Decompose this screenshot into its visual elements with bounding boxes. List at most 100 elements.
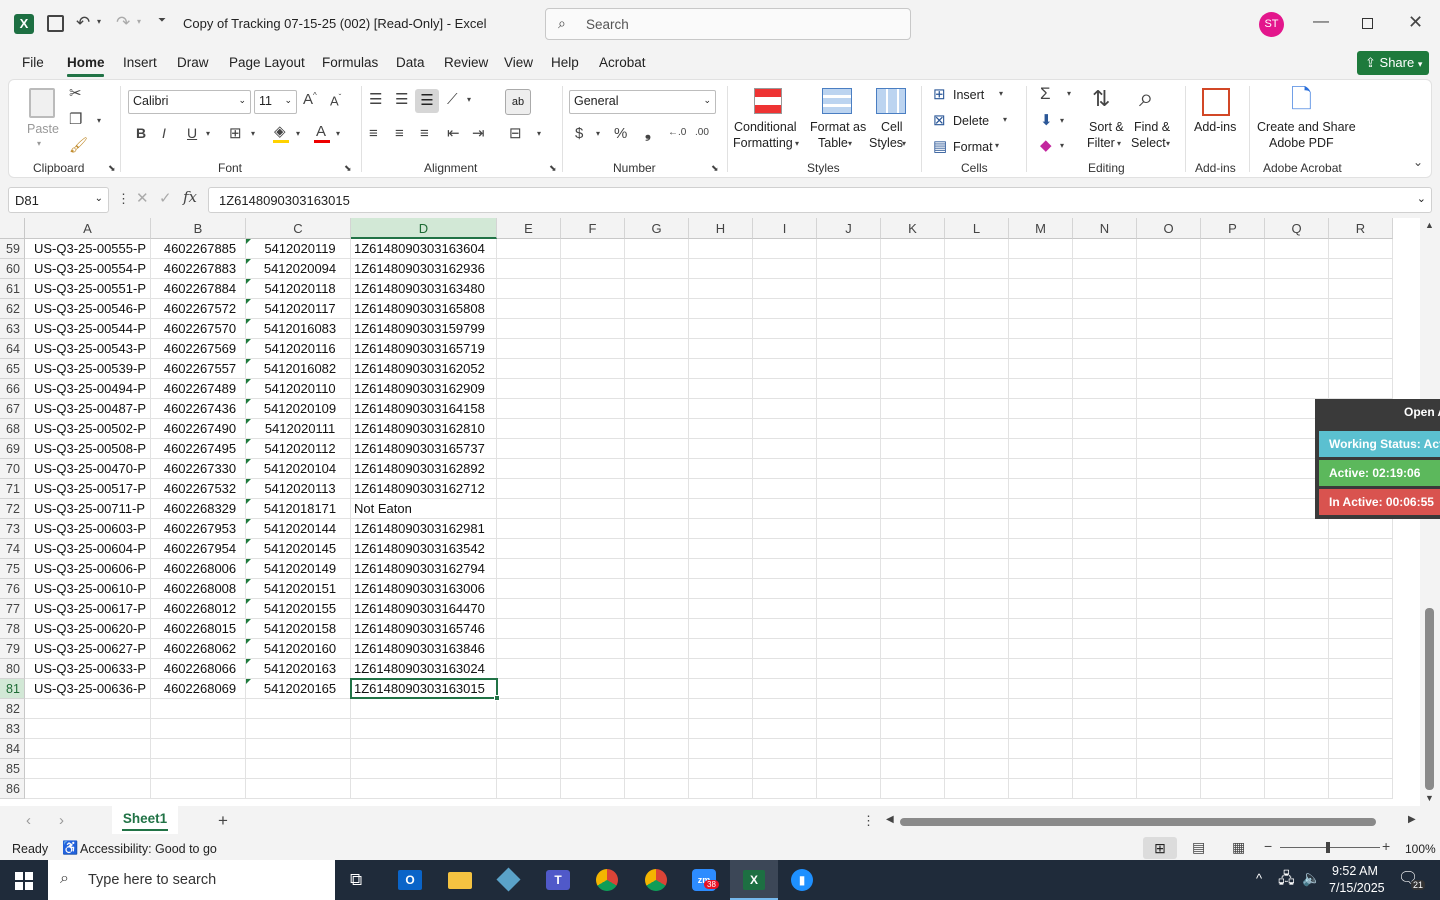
cell-c65[interactable]: 5412016082	[246, 359, 351, 379]
cell-b69[interactable]: 4602267495	[151, 439, 246, 459]
empty-cell[interactable]	[1009, 779, 1073, 799]
empty-cell[interactable]	[625, 699, 689, 719]
empty-cell[interactable]	[817, 359, 881, 379]
empty-cell[interactable]	[1201, 559, 1265, 579]
empty-cell[interactable]	[561, 739, 625, 759]
redo-dropdown-icon[interactable]: ▾	[137, 18, 141, 26]
empty-cell[interactable]	[1265, 339, 1329, 359]
empty-cell[interactable]	[1009, 619, 1073, 639]
empty-cell[interactable]	[497, 699, 561, 719]
empty-cell[interactable]	[945, 539, 1009, 559]
empty-cell[interactable]	[753, 399, 817, 419]
empty-cell[interactable]	[689, 279, 753, 299]
empty-cell[interactable]	[817, 779, 881, 799]
save-icon[interactable]	[47, 15, 64, 32]
empty-cell[interactable]	[689, 719, 753, 739]
empty-cell[interactable]	[753, 359, 817, 379]
empty-cell[interactable]	[753, 279, 817, 299]
empty-cell[interactable]	[817, 319, 881, 339]
orientation-icon[interactable]: ⟋	[447, 92, 458, 107]
currency-dropdown-icon[interactable]: ▾	[596, 130, 600, 138]
row-header[interactable]: 67	[0, 399, 25, 419]
empty-cell[interactable]	[817, 619, 881, 639]
underline-icon[interactable]: U	[187, 126, 197, 140]
empty-cell[interactable]	[881, 679, 945, 699]
empty-cell[interactable]	[497, 479, 561, 499]
empty-cell[interactable]	[1329, 339, 1393, 359]
empty-cell[interactable]	[561, 279, 625, 299]
empty-cell[interactable]	[625, 679, 689, 699]
cell-d80[interactable]: 1Z6148090303163024	[351, 659, 497, 679]
empty-cell[interactable]	[1009, 259, 1073, 279]
empty-cell[interactable]	[1073, 719, 1137, 739]
empty-cell[interactable]	[561, 639, 625, 659]
normal-view-icon[interactable]: ⊞	[1143, 837, 1177, 859]
empty-cell[interactable]	[1137, 459, 1201, 479]
merge-center-icon[interactable]: ⊟	[509, 126, 522, 141]
cell-c76[interactable]: 5412020151	[246, 579, 351, 599]
empty-cell[interactable]	[1073, 279, 1137, 299]
cell-a83[interactable]	[25, 719, 151, 739]
empty-cell[interactable]	[1329, 619, 1393, 639]
cell-c72[interactable]: 5412018171	[246, 499, 351, 519]
empty-cell[interactable]	[625, 479, 689, 499]
empty-cell[interactable]	[1009, 559, 1073, 579]
empty-cell[interactable]	[753, 639, 817, 659]
cell-b75[interactable]: 4602268006	[151, 559, 246, 579]
zoom-slider[interactable]	[1280, 847, 1380, 848]
empty-cell[interactable]	[689, 519, 753, 539]
empty-cell[interactable]	[945, 299, 1009, 319]
empty-cell[interactable]	[881, 599, 945, 619]
empty-cell[interactable]	[945, 359, 1009, 379]
row-header[interactable]: 85	[0, 759, 25, 779]
empty-cell[interactable]	[1137, 279, 1201, 299]
empty-cell[interactable]	[497, 419, 561, 439]
fill-icon[interactable]: ⬇	[1040, 113, 1053, 128]
empty-cell[interactable]	[625, 339, 689, 359]
cell-c86[interactable]	[246, 779, 351, 799]
column-header-f[interactable]: F	[561, 218, 625, 239]
empty-cell[interactable]	[945, 259, 1009, 279]
empty-cell[interactable]	[1329, 759, 1393, 779]
empty-cell[interactable]	[625, 659, 689, 679]
empty-cell[interactable]	[817, 519, 881, 539]
tab-review[interactable]: Review	[444, 55, 488, 70]
empty-cell[interactable]	[561, 719, 625, 739]
empty-cell[interactable]	[1265, 319, 1329, 339]
row-header[interactable]: 81	[0, 679, 25, 699]
row-header[interactable]: 77	[0, 599, 25, 619]
empty-cell[interactable]	[561, 399, 625, 419]
empty-cell[interactable]	[1265, 539, 1329, 559]
empty-cell[interactable]	[945, 639, 1009, 659]
merge-dropdown-icon[interactable]: ▾	[537, 130, 541, 138]
next-sheet-icon[interactable]: ›	[59, 813, 64, 828]
empty-cell[interactable]	[1201, 239, 1265, 259]
cell-d75[interactable]: 1Z6148090303162794	[351, 559, 497, 579]
tab-acrobat[interactable]: Acrobat	[599, 55, 646, 70]
empty-cell[interactable]	[1201, 659, 1265, 679]
empty-cell[interactable]	[497, 259, 561, 279]
empty-cell[interactable]	[561, 599, 625, 619]
empty-cell[interactable]	[945, 579, 1009, 599]
sort-filter-icon[interactable]: ⇅	[1092, 88, 1110, 110]
cell-a81[interactable]: US-Q3-25-00636-P	[25, 679, 151, 699]
cell-styles-icon[interactable]	[876, 88, 906, 114]
align-right-icon[interactable]: ≡	[420, 126, 429, 141]
empty-cell[interactable]	[1073, 559, 1137, 579]
decrease-decimal-icon[interactable]: .00	[695, 128, 709, 138]
clock-time[interactable]: 9:52 AM	[1332, 864, 1378, 878]
format-cells-icon[interactable]: ▤	[933, 139, 947, 154]
empty-cell[interactable]	[561, 539, 625, 559]
fill-color-icon[interactable]: ◈	[274, 124, 286, 139]
empty-cell[interactable]	[689, 379, 753, 399]
cell-d67[interactable]: 1Z6148090303164158	[351, 399, 497, 419]
empty-cell[interactable]	[753, 339, 817, 359]
empty-cell[interactable]	[625, 599, 689, 619]
close-icon[interactable]: ✕	[1408, 13, 1423, 31]
empty-cell[interactable]	[497, 639, 561, 659]
select-all-corner[interactable]	[0, 218, 25, 239]
empty-cell[interactable]	[1137, 339, 1201, 359]
scroll-down-icon[interactable]: ▼	[1425, 794, 1434, 803]
empty-cell[interactable]	[817, 659, 881, 679]
empty-cell[interactable]	[689, 739, 753, 759]
